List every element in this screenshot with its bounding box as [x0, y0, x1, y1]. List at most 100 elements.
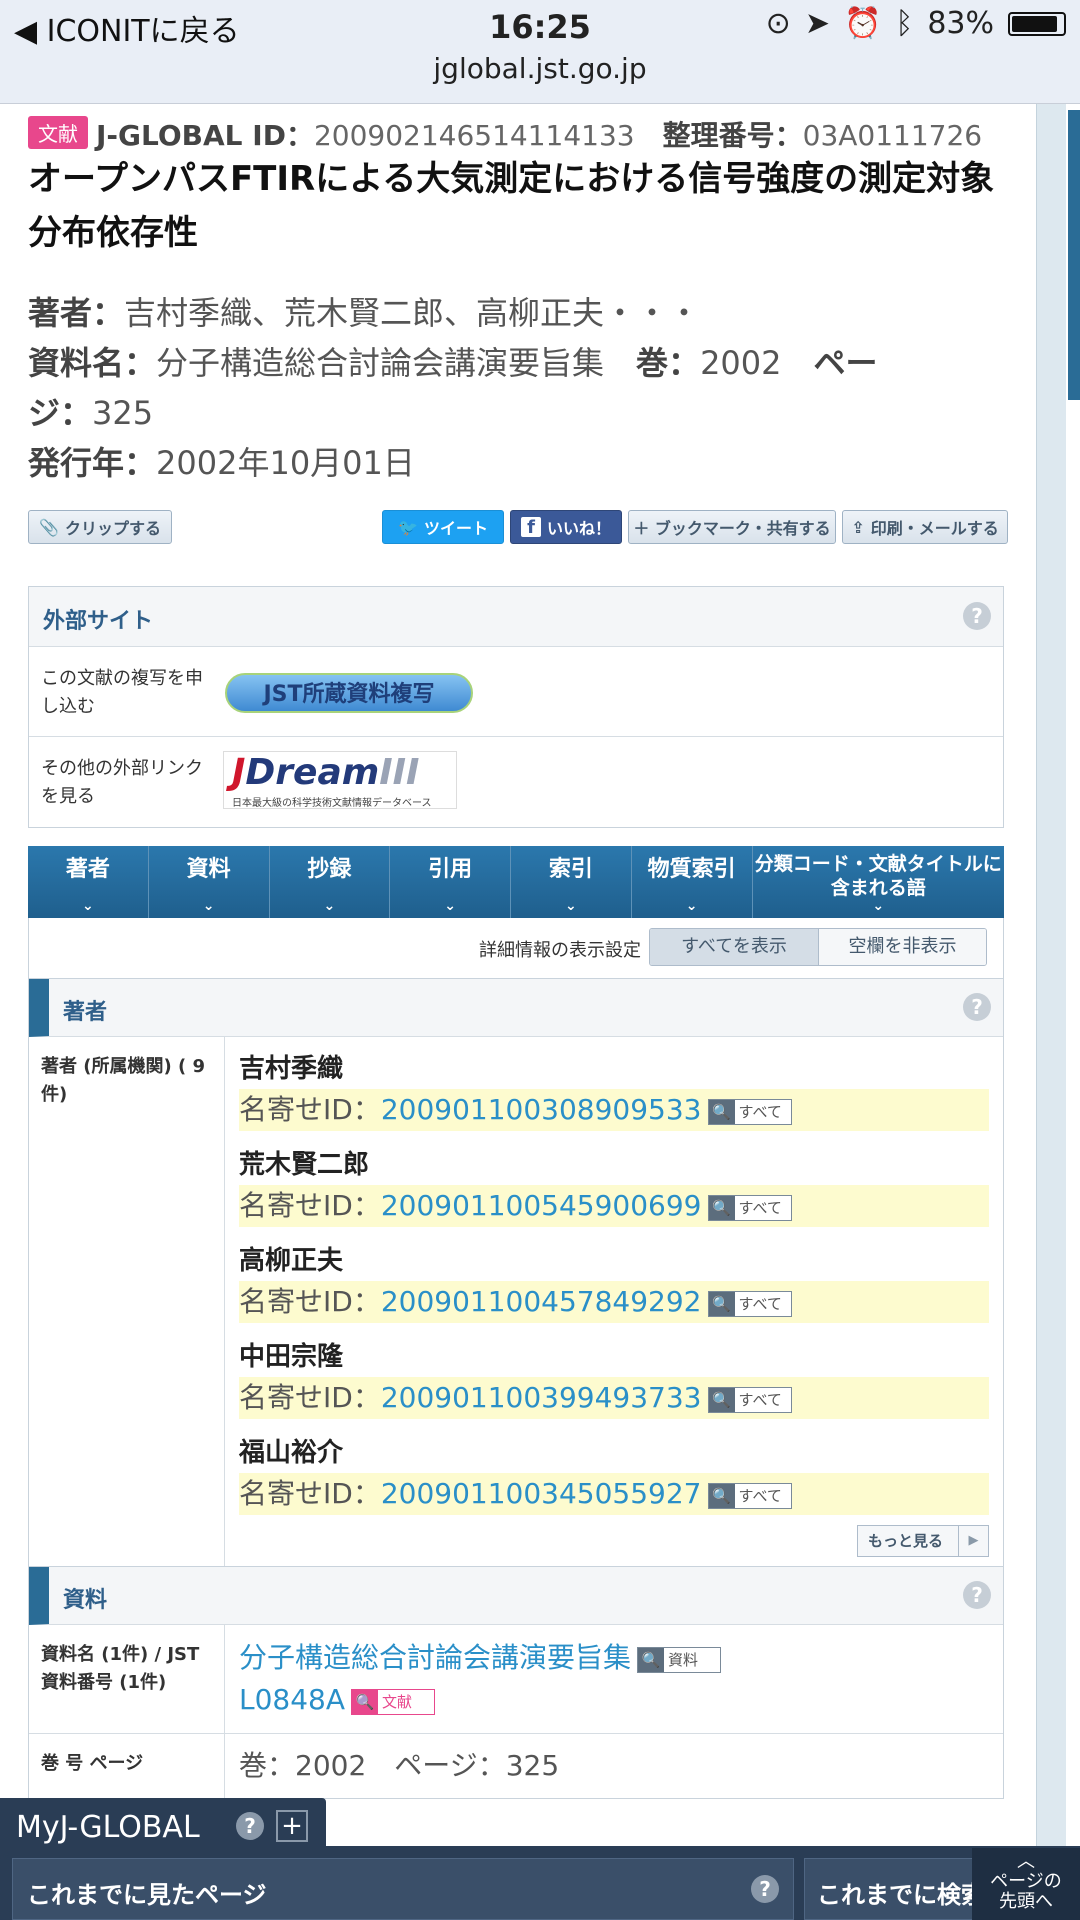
scrollbar-thumb[interactable]	[1068, 110, 1080, 400]
author-name: 福山裕介	[239, 1438, 344, 1468]
chevron-down-icon: ⌄	[685, 898, 698, 914]
tab-0[interactable]: 著者 ⌄	[28, 846, 149, 918]
ref-no-value: 03A0111726	[802, 119, 983, 152]
source-name-row: 資料名 (1件) / JST資料番号 (1件) 分子構造総合討論会講演要旨集 🔍 資…	[29, 1625, 1003, 1734]
authors-section: 著者 ? 著者 (所属機関) ( 9件) 吉村季織 名寄せID：200901100…	[28, 978, 1004, 1570]
source-name-link[interactable]: 分子構造総合討論会講演要旨集	[239, 1641, 631, 1674]
author-id-link[interactable]: 200901100457849292	[381, 1285, 702, 1318]
search-icon: 🔍	[352, 1690, 379, 1714]
search-icon: 🔍	[708, 1388, 735, 1412]
authors-list: 吉村季織 名寄せID：200901100308909533 🔍 すべて 荒木賢二郎 名寄せ…	[225, 1037, 1003, 1569]
myj-title: MyJ-GLOBAL	[16, 1810, 200, 1845]
tab-4[interactable]: 索引 ⌄	[511, 846, 632, 918]
bookmark-share-button[interactable]: ＋ ブックマーク・共有する	[628, 510, 836, 544]
meta-year-value: 2002年10月01日	[156, 444, 415, 482]
chevron-down-icon: ⌄	[444, 898, 456, 914]
clip-button[interactable]: 📎 クリップする	[28, 510, 172, 544]
author-all-button[interactable]: 🔍 すべて	[707, 1195, 792, 1221]
authors-key: 著者 (所属機関) ( 9件)	[29, 1037, 225, 1569]
author-id-link[interactable]: 200901100308909533	[381, 1093, 702, 1126]
display-settings-label: 詳細情報の表示設定	[479, 940, 641, 961]
source-search-label: 資料	[668, 1651, 699, 1669]
print-label: 印刷・メールする	[870, 519, 999, 538]
other-links-label: その他の外部リンクを見る	[41, 758, 203, 807]
author-id-line: 名寄せID：200901100345055927 🔍 すべて	[239, 1473, 989, 1515]
jst-number-link[interactable]: L0848A	[239, 1683, 345, 1716]
author-id-label: 名寄せID：	[239, 1285, 381, 1318]
author-item: 中田宗隆 名寄せID：200901100399493733 🔍 すべて	[239, 1337, 989, 1419]
copy-request-row: この文献の複写を申し込む JST所蔵資料複写	[29, 647, 1003, 737]
status-icons: ⊙ ➤ ⏰ ᛒ 83%	[766, 6, 1066, 41]
author-id-line: 名寄せID：200901100308909533 🔍 すべて	[239, 1089, 989, 1131]
source-name-key: 資料名 (1件) / JST資料番号 (1件)	[29, 1625, 225, 1733]
doc-type-badge: 文献	[28, 116, 88, 149]
jglobal-id-value: 200902146514114133	[313, 119, 635, 152]
tab-5[interactable]: 物質索引 ⌄	[632, 846, 753, 918]
vol-page-value: 巻：2002 ページ：325	[225, 1734, 1003, 1798]
help-icon[interactable]: ?	[751, 1875, 779, 1903]
tab-label: 物質索引	[647, 857, 736, 882]
recent-pages-label: これまでに見たページ	[27, 1881, 267, 1909]
meta-source-label: 資料名：	[28, 344, 157, 382]
action-bar: 📎 クリップする 🐦 ツイート f いいね！ ＋ ブックマーク・共有する ⇪ 印刷・メー…	[28, 510, 1008, 548]
tab-1[interactable]: 資料 ⌄	[149, 846, 270, 918]
source-search-button[interactable]: 🔍 資料	[637, 1647, 722, 1673]
author-id-line: 名寄せID：200901100399493733 🔍 すべて	[239, 1377, 989, 1419]
help-icon[interactable]: ?	[963, 993, 991, 1021]
author-id-label: 名寄せID：	[239, 1093, 381, 1126]
tab-6[interactable]: 分類コード・文献タイトルに含まれる語 ⌄	[753, 846, 1004, 918]
print-mail-button[interactable]: ⇪ 印刷・メールする	[842, 510, 1008, 544]
tab-label: 抄録	[307, 857, 352, 882]
chevron-down-icon: ⌄	[565, 898, 577, 914]
copy-request-label: この文献の複写を申し込む	[41, 668, 203, 717]
search-icon: 🔍	[638, 1648, 665, 1672]
help-icon[interactable]: ?	[236, 1812, 264, 1840]
author-id-link[interactable]: 200901100399493733	[381, 1381, 702, 1414]
author-name: 高柳正夫	[239, 1246, 344, 1276]
url-bar[interactable]: jglobal.jst.go.jp	[0, 52, 1080, 85]
jdream-logo-roman: III	[379, 752, 420, 793]
expand-plus-icon[interactable]: +	[276, 1810, 308, 1842]
author-all-button[interactable]: 🔍 すべて	[707, 1099, 792, 1125]
show-all-button[interactable]: すべてを表示	[650, 929, 818, 965]
external-sites-box: 外部サイト ? この文献の複写を申し込む JST所蔵資料複写 その他の外部リンク…	[28, 586, 1004, 828]
meta-authors-label: 著者：	[28, 294, 125, 332]
source-name-value: 分子構造総合討論会講演要旨集 🔍 資料 L0848A 🔍 文献	[225, 1625, 1003, 1733]
author-all-button[interactable]: 🔍 すべて	[707, 1483, 792, 1509]
tweet-button[interactable]: 🐦 ツイート	[382, 510, 504, 544]
source-section-header: 資料 ?	[29, 1567, 1003, 1625]
help-icon[interactable]: ?	[963, 602, 991, 630]
author-name: 荒木賢二郎	[239, 1150, 370, 1180]
search-icon: 🔍	[708, 1484, 735, 1508]
source-section: 資料 ? 資料名 (1件) / JST資料番号 (1件) 分子構造総合討論会講演…	[28, 1566, 1004, 1799]
meta-year-label: 発行年：	[28, 444, 157, 482]
tab-2[interactable]: 抄録 ⌄	[270, 846, 391, 918]
jdream-logo-j: J	[232, 752, 246, 793]
author-all-button[interactable]: 🔍 すべて	[707, 1387, 792, 1413]
like-button[interactable]: f いいね！	[510, 510, 622, 544]
jglobal-id-label: J-GLOBAL ID：	[96, 119, 314, 152]
jdream-logo[interactable]: JDreamIII 日本最大級の科学技術文献情報データベース	[223, 751, 457, 809]
authors-section-header: 著者 ?	[29, 979, 1003, 1037]
tab-3[interactable]: 引用 ⌄	[390, 846, 511, 918]
back-to-top-button[interactable]: ︿ ページの先頭へ	[972, 1848, 1080, 1920]
rotation-lock-icon: ⊙	[765, 6, 791, 41]
vol-page-row: 巻 号 ページ 巻：2002 ページ：325	[29, 1734, 1003, 1798]
author-all-button[interactable]: 🔍 すべて	[707, 1291, 792, 1317]
more-authors-button[interactable]: もっと見る ▶	[857, 1525, 989, 1557]
export-icon: ⇪	[851, 517, 865, 537]
author-id-link[interactable]: 200901100345055927	[381, 1477, 702, 1510]
tab-label: 索引	[548, 857, 593, 882]
author-all-label: すべて	[738, 1199, 782, 1217]
meta-vol-value: 2002	[700, 344, 782, 382]
jst-copy-service-logo[interactable]: JST所蔵資料複写	[225, 673, 473, 713]
jst-doc-search-button[interactable]: 🔍 文献	[351, 1689, 436, 1715]
display-toggle: すべてを表示 空欄を非表示	[649, 928, 987, 966]
author-id-label: 名寄せID：	[239, 1381, 381, 1414]
recent-pages-panel[interactable]: これまでに見たページ ?	[12, 1858, 794, 1920]
author-all-label: すべて	[738, 1103, 782, 1121]
help-icon[interactable]: ?	[963, 1581, 991, 1609]
hide-empty-button[interactable]: 空欄を非表示	[818, 929, 986, 965]
author-id-link[interactable]: 200901100545900699	[381, 1189, 702, 1222]
ref-no-label: 整理番号：	[662, 119, 803, 152]
